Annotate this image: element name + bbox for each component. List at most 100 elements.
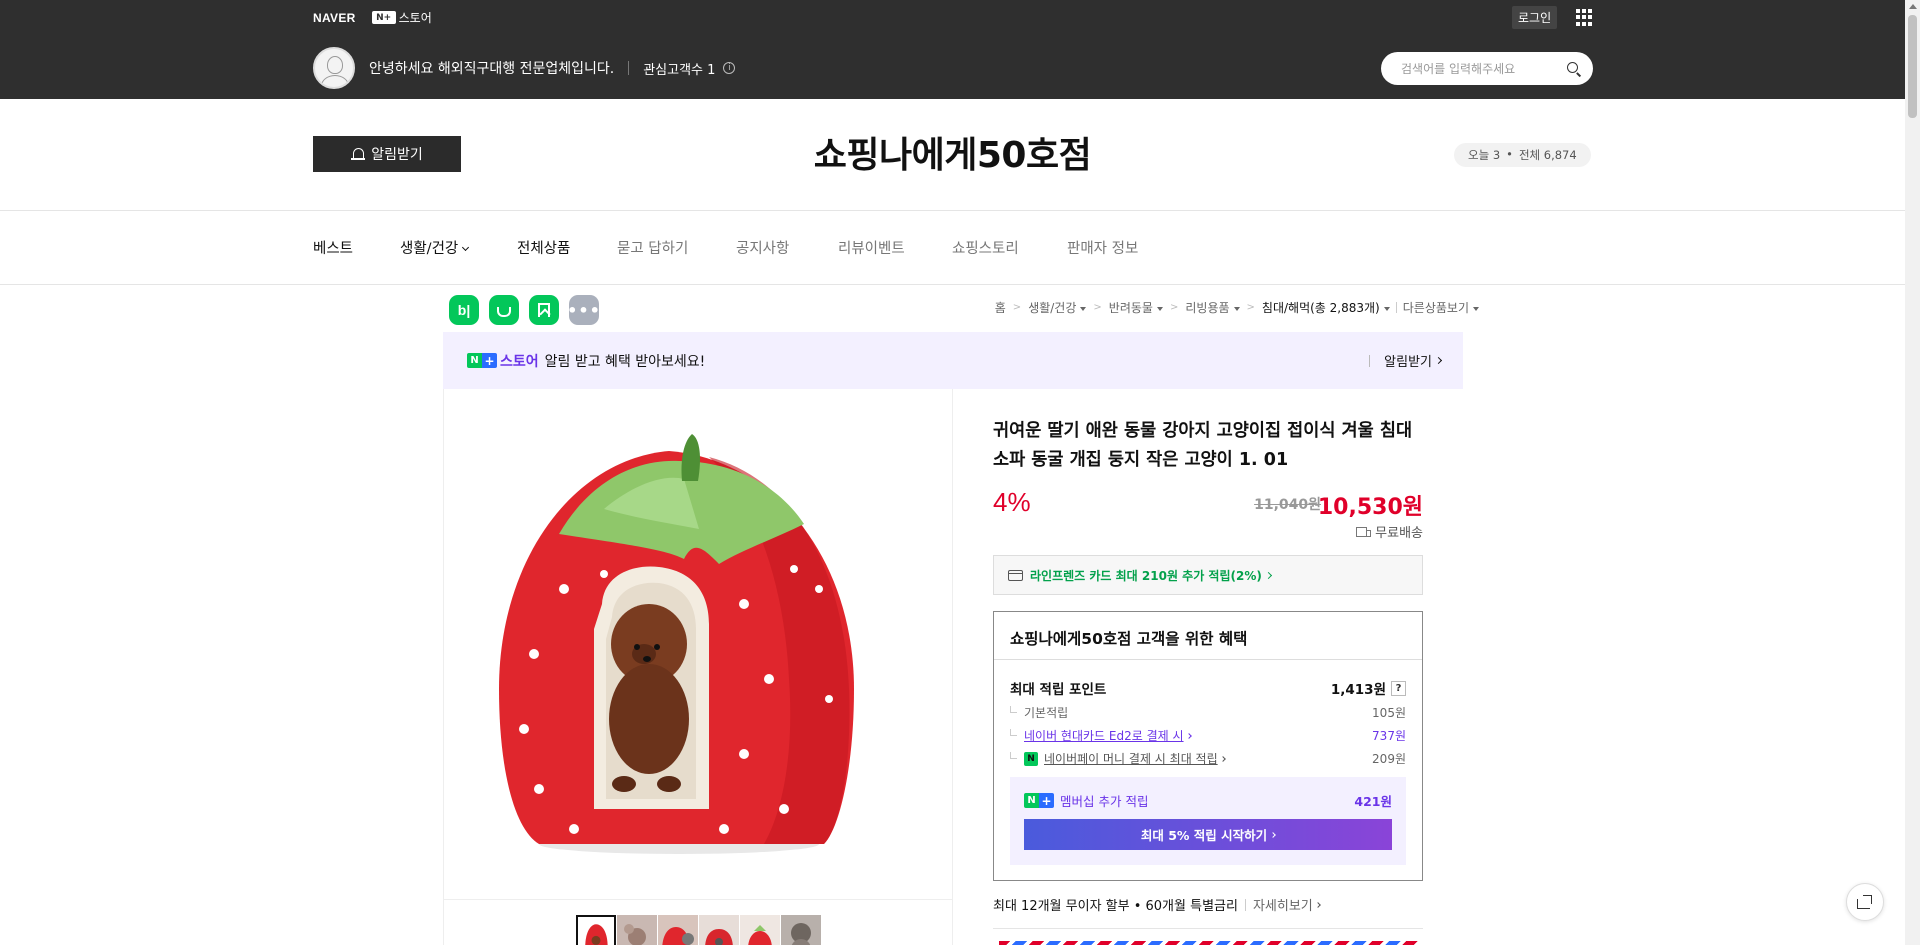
nplus-logo-icon: N +: [1024, 793, 1054, 808]
store-profile: 안녕하세요 해외직구대행 전문업체입니다. 관심고객수 1 i: [313, 47, 736, 89]
dropdown-icon: [1233, 307, 1240, 311]
shipping-label: 무료배송: [1375, 526, 1423, 541]
breadcrumb-bed-hammock[interactable]: 침대/해먹(총 2,883개): [1262, 299, 1390, 316]
cafe-icon[interactable]: [489, 295, 519, 325]
membership-start-button[interactable]: 최대 5% 적립 시작하기: [1024, 819, 1392, 850]
scroll-thumb[interactable]: [1908, 15, 1917, 118]
npay-money-link[interactable]: 네이버페이 머니 결제 시 최대 적립: [1044, 750, 1218, 767]
promo-alarm-label: 알림받기: [1384, 355, 1432, 370]
promo-alarm-link[interactable]: 알림받기: [1369, 351, 1443, 370]
breadcrumb-label: 침대/해먹(총 2,883개): [1261, 301, 1380, 315]
visit-today: 오늘 3: [1468, 148, 1501, 162]
nplus-badge: N+: [371, 11, 396, 24]
nav-all-products[interactable]: 전체상품: [517, 237, 570, 258]
store-greeting: 안녕하세요 해외직구대행 전문업체입니다.: [369, 61, 615, 77]
promo-banner: N + 스토어 알림 받고 혜택 받아보세요! 알림받기: [443, 332, 1463, 389]
hyundai-card-link[interactable]: 네이버 현대카드 Ed2로 결제 시: [1024, 727, 1184, 744]
nav-seller-info[interactable]: 판매자 정보: [1067, 237, 1138, 258]
store-header: 알림받기 쇼핑나에게50호점 오늘 3 • 전체 6,874: [0, 99, 1905, 211]
breadcrumb-label: 반려동물: [1108, 301, 1153, 315]
original-price: 11,040원: [1254, 497, 1321, 513]
thumbnail-2[interactable]: [616, 915, 657, 945]
nplus-plus: +: [482, 353, 497, 368]
nav-living-health-label: 생활/건강: [400, 241, 459, 257]
search-icon[interactable]: [1567, 61, 1581, 76]
nplus-logo-icon: N +: [467, 353, 497, 368]
top-bar: NAVER N+ 스토어 로그인 안녕하세요 해외직구대행 전문업체입니다. 관…: [0, 0, 1905, 99]
installment-text: 최대 12개월 무이자 할부 • 60개월 특별금리: [993, 899, 1238, 914]
store-name[interactable]: 쇼핑나에게50호점: [0, 126, 1905, 178]
share-channel-icons: b| •••: [449, 295, 600, 325]
thumbnail-strip: [443, 899, 953, 945]
chevron-right-icon: [1219, 755, 1226, 762]
app-grid-icon[interactable]: [1576, 9, 1593, 26]
bookmark-icon[interactable]: [529, 295, 559, 325]
avatar[interactable]: [313, 47, 355, 89]
page-scrollbar[interactable]: [1905, 0, 1920, 945]
thumbnail-4[interactable]: [698, 915, 739, 945]
breadcrumb-label: 생활/건강: [1028, 301, 1077, 315]
thumbnail-5[interactable]: [739, 915, 780, 945]
installment-more-link[interactable]: 자세히보기: [1252, 895, 1321, 914]
dropdown-icon: [1473, 307, 1479, 311]
share-button[interactable]: [1846, 883, 1884, 921]
nav-notice[interactable]: 공지사항: [736, 237, 789, 258]
nav-shopping-story[interactable]: 쇼핑스토리: [952, 237, 1019, 258]
divider: [993, 928, 1423, 929]
npay-money-row: N 네이버페이 머니 결제 시 최대 적립 209원: [1010, 750, 1406, 767]
category-nav: 베스트 생활/건강 전체상품 묻고 답하기 공지사항 리뷰이벤트 쇼핑스토리 판…: [0, 211, 1905, 285]
breadcrumb-living-health[interactable]: 생활/건강: [1028, 299, 1087, 316]
breadcrumb-pets[interactable]: 반려동물: [1109, 299, 1163, 316]
breadcrumb: 홈 > 생활/건강 > 반려동물 > 리빙용품 > 침대/해먹(총 2,883개…: [995, 299, 1479, 316]
promo-text: 알림 받고 혜택 받아보세요!: [544, 353, 706, 370]
blog-icon[interactable]: b|: [449, 295, 479, 325]
scroll-up-arrow[interactable]: [1909, 4, 1917, 9]
nplus-n: N: [1024, 793, 1039, 808]
search-input[interactable]: [1401, 61, 1567, 76]
breadcrumb-other-products[interactable]: 다른상품보기: [1403, 299, 1479, 316]
product-main-image[interactable]: [443, 389, 953, 899]
nav-qna[interactable]: 묻고 답하기: [617, 237, 688, 258]
card-benefit-banner[interactable]: 라인프렌즈 카드 최대 210원 추가 적립(2%): [993, 555, 1423, 595]
help-icon[interactable]: ?: [1391, 680, 1406, 696]
divider: [628, 61, 630, 75]
login-button[interactable]: 로그인: [1512, 6, 1558, 29]
npay-money-value: 209원: [1372, 752, 1406, 766]
breadcrumb-label: 리빙용품: [1185, 301, 1230, 315]
naver-logo[interactable]: NAVER: [313, 11, 356, 25]
info-icon[interactable]: i: [723, 62, 736, 74]
nav-living-health[interactable]: 생활/건강: [400, 237, 470, 258]
chevron-right-icon: [1434, 356, 1443, 365]
installment-more-label: 자세히보기: [1252, 899, 1313, 914]
nav-review-event[interactable]: 리뷰이벤트: [838, 237, 905, 258]
decorative-stripe: [999, 941, 1419, 945]
visit-dot: •: [1506, 147, 1513, 161]
max-points-label: 최대 적립 포인트: [1010, 682, 1107, 698]
nplus-store-logo[interactable]: N+ 스토어: [371, 9, 432, 26]
benefit-title: 쇼핑나에게50호점 고객을 위한 혜택: [1010, 630, 1248, 648]
more-icon[interactable]: •••: [567, 295, 600, 325]
visit-total: 전체 6,874: [1518, 148, 1577, 162]
credit-card-icon: [1008, 569, 1023, 581]
truck-icon: [1356, 526, 1372, 537]
sale-price: 10,530원: [1317, 495, 1423, 520]
thumbnail-6[interactable]: [780, 915, 821, 945]
nplus-plus: +: [1039, 793, 1054, 808]
max-points-row: 최대 적립 포인트 1,413원?: [1010, 678, 1406, 698]
thumbnail-3[interactable]: [657, 915, 698, 945]
thumbnail-1[interactable]: [575, 915, 616, 945]
breadcrumb-living-goods[interactable]: 리빙용품: [1185, 299, 1240, 316]
chevron-right-icon: [1185, 732, 1192, 739]
visit-count: 오늘 3 • 전체 6,874: [1454, 143, 1591, 167]
shipping-info: 무료배송: [1356, 522, 1423, 541]
membership-value: 421원: [1354, 794, 1392, 809]
hyundai-card-row: 네이버 현대카드 Ed2로 결제 시 737원: [1010, 727, 1406, 744]
chevron-right-icon: [1314, 901, 1321, 908]
nplus-store-label: 스토어: [398, 11, 432, 25]
nplus-n: N: [467, 353, 482, 368]
breadcrumb-home[interactable]: 홈: [995, 299, 1006, 316]
nav-best[interactable]: 베스트: [313, 237, 353, 258]
followers-label: 관심고객수 1: [643, 62, 716, 78]
npay-icon: N: [1024, 751, 1038, 766]
dropdown-icon: [1383, 307, 1390, 311]
